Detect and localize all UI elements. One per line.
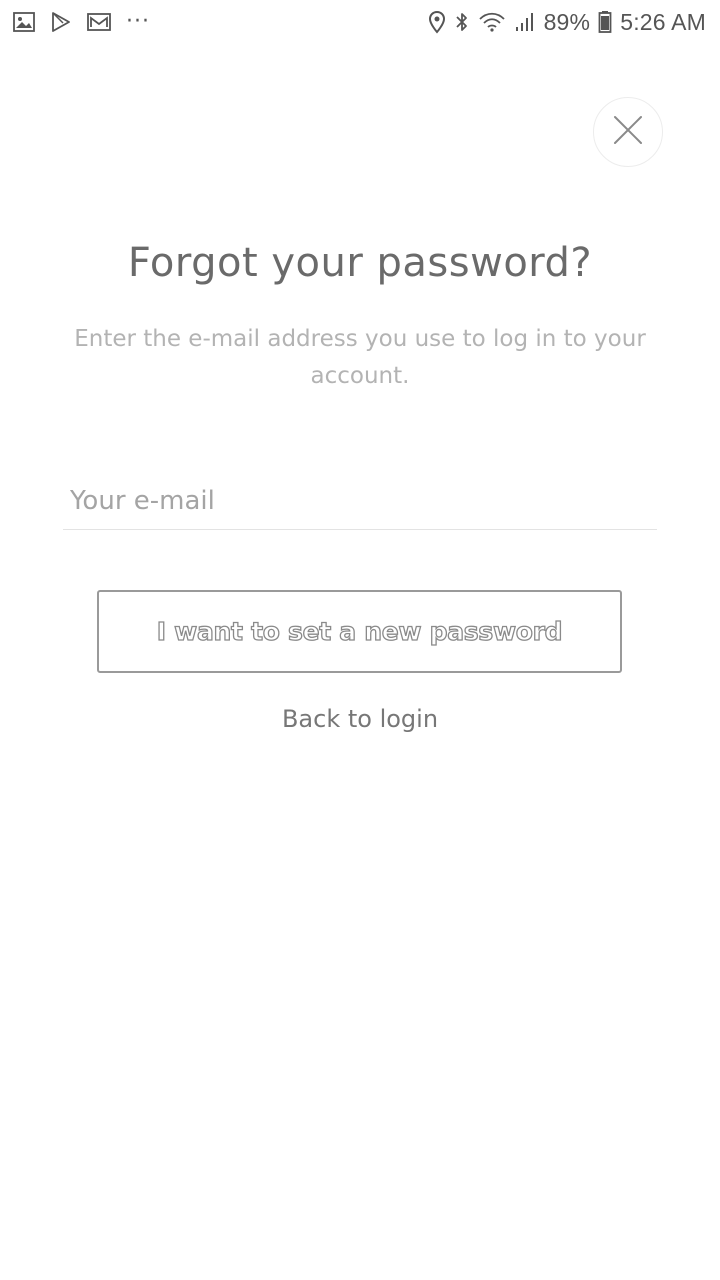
status-time: 5:26 AM <box>620 8 706 35</box>
status-bar-right: 89% 5:26 AM <box>420 9 706 36</box>
set-new-password-button[interactable]: I want to set a new password <box>97 590 622 673</box>
back-to-login-link[interactable]: Back to login <box>0 705 720 733</box>
signal-icon <box>514 11 536 33</box>
play-store-icon <box>50 11 72 33</box>
battery-icon <box>598 10 612 34</box>
status-bar-left: ··· <box>12 11 164 33</box>
forgot-password-screen: ··· 89% 5:26 AM Forgot your password? En… <box>0 0 720 1280</box>
close-icon <box>613 115 643 149</box>
page-title: Forgot your password? <box>127 240 593 286</box>
gallery-icon <box>12 11 36 33</box>
location-icon <box>428 10 446 34</box>
email-field[interactable] <box>63 472 657 530</box>
battery-percentage: 89% <box>543 8 591 35</box>
set-new-password-button-label: I want to set a new password <box>156 616 563 646</box>
wifi-icon <box>478 11 506 33</box>
status-bar: ··· 89% 5:26 AM <box>0 0 720 44</box>
page-subtitle: Enter the e-mail address you use to log … <box>74 326 646 389</box>
close-button[interactable] <box>593 97 663 167</box>
more-notifications-indicator: ··· <box>126 9 150 34</box>
bluetooth-icon <box>454 10 470 34</box>
gmail-icon <box>86 11 112 33</box>
